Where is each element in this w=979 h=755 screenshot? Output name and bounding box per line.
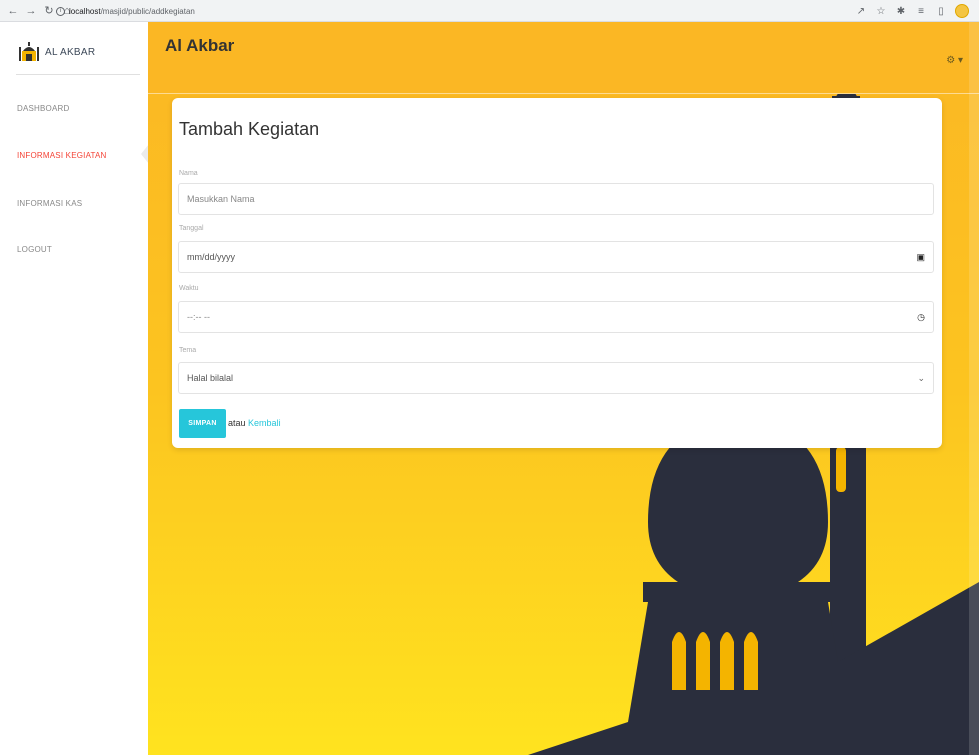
clock-icon[interactable]: ◷ [917,312,925,323]
back-arrow-icon[interactable]: ← [6,4,20,18]
profile-avatar-icon[interactable] [955,4,969,18]
side-panel-icon[interactable]: ▯ [935,6,947,17]
nama-label: Nama [179,170,198,177]
reading-list-icon[interactable]: ≡ [915,6,927,17]
sidebar-item-logout[interactable]: LOGOUT [17,245,52,254]
info-icon[interactable]: i [56,6,65,16]
nama-placeholder: Masukkan Nama [187,194,255,204]
browser-toolbar: ← → ↻ ⌂ i localhost/masjid/public/addkeg… [0,0,979,22]
extensions-icon[interactable]: ✱ [895,6,907,17]
bookmark-star-icon[interactable]: ☆ [875,6,887,17]
save-button[interactable]: SIMPAN [179,409,226,438]
or-text: atau [228,418,246,428]
mosque-logo-icon [19,42,39,62]
form-card: Tambah Kegiatan Nama Masukkan Nama Tangg… [172,98,942,448]
waktu-label: Waktu [179,285,199,292]
tanggal-label: Tanggal [179,225,204,232]
sidebar-item-informasi-kegiatan[interactable]: INFORMASI KEGIATAN [17,151,107,160]
address-bar[interactable]: i localhost/masjid/public/addkegiatan [56,3,916,19]
calendar-icon[interactable]: ▣ [916,252,925,263]
page-title: Al Akbar [165,36,235,55]
sidebar-item-dashboard[interactable]: DASHBOARD [17,104,69,113]
nama-input[interactable]: Masukkan Nama [178,183,934,215]
divider [16,74,140,75]
url-text[interactable]: localhost/masjid/public/addkegiatan [69,7,195,16]
chevron-down-icon[interactable]: ⌄ [917,373,925,384]
tanggal-value: mm/dd/yyyy [187,252,236,262]
reload-icon[interactable]: ↻ [42,4,56,18]
brand[interactable]: AL AKBAR [19,42,95,62]
gear-icon[interactable]: ⚙ ▾ [946,55,963,66]
waktu-input[interactable]: --:-- -- ◷ [178,301,934,333]
tema-select[interactable]: Halal bilalal ⌄ [178,362,934,394]
card-title: Tambah Kegiatan [179,119,320,139]
sidebar: AL AKBAR DASHBOARD INFORMASI KEGIATAN IN… [0,22,149,755]
scrollbar[interactable] [969,22,979,755]
forward-arrow-icon[interactable]: → [24,4,38,18]
tema-value: Halal bilalal [187,373,234,383]
alt-action: atau Kembali [228,418,281,428]
back-link[interactable]: Kembali [248,418,281,428]
waktu-value: --:-- -- [187,312,210,322]
share-icon[interactable]: ↗ [855,6,867,17]
brand-name: AL AKBAR [45,46,96,58]
tema-label: Tema [179,347,197,354]
sidebar-item-informasi-kas[interactable]: INFORMASI KAS [17,199,82,208]
tanggal-input[interactable]: mm/dd/yyyy ▣ [178,241,934,273]
top-navbar: Al Akbar ⚙ ▾ [148,22,979,94]
